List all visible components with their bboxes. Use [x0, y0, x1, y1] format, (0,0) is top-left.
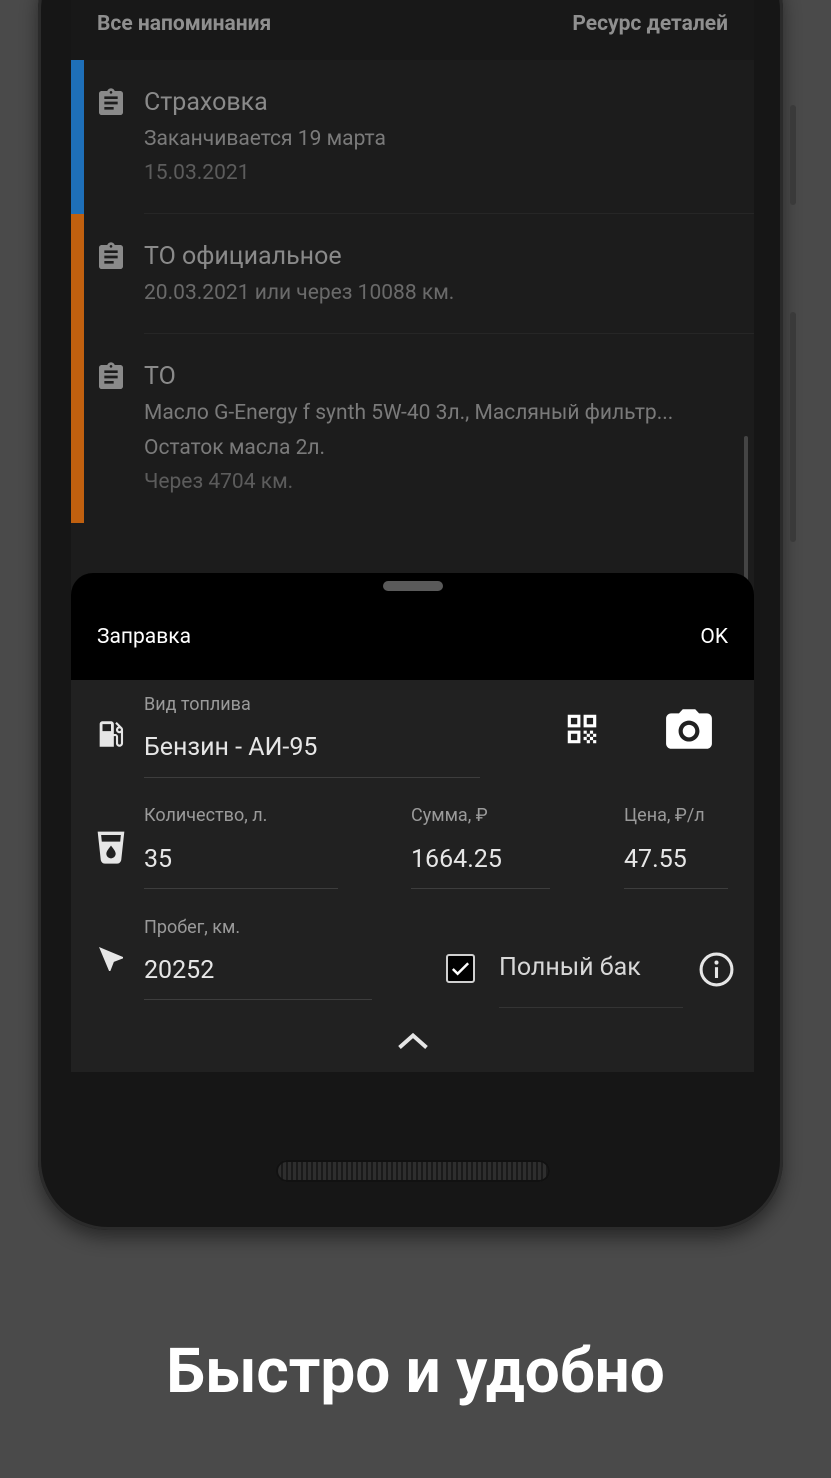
reminder-line: Масло G-Energy f synth 5W-40 3л., Маслян… [144, 401, 674, 425]
all-reminders-tab[interactable]: Все напоминания [97, 12, 271, 36]
fuel-cup-icon [97, 831, 125, 864]
fuel-pump-icon [99, 721, 124, 747]
field-underline [624, 888, 728, 889]
mileage-field[interactable]: 20252 [144, 956, 214, 985]
price-label: Цена, ₽/л [624, 805, 705, 826]
clipboard-icon [99, 242, 123, 269]
field-underline [144, 999, 372, 1000]
navigation-icon [99, 947, 123, 971]
field-underline [144, 888, 338, 889]
clipboard-icon [99, 88, 123, 115]
reminder-date: 15.03.2021 [144, 161, 250, 185]
parts-resource-tab[interactable]: Ресурс деталей [572, 12, 728, 36]
fuel-type-field[interactable]: Бензин - АИ-95 [144, 733, 317, 762]
reminder-title: ТО официальное [144, 242, 342, 271]
accent-bar [71, 334, 84, 523]
quantity-label: Количество, л. [144, 805, 268, 826]
info-icon[interactable] [698, 951, 735, 988]
reminder-item-official-service[interactable]: ТО официальное 20.03.2021 или через 1008… [71, 214, 754, 334]
sum-field[interactable]: 1664.25 [411, 845, 502, 874]
camera-icon[interactable] [664, 707, 714, 751]
phone-side-button [790, 312, 796, 542]
field-underline [411, 888, 550, 889]
full-tank-label: Полный бак [499, 953, 641, 982]
clipboard-icon [99, 362, 123, 389]
sum-label: Сумма, ₽ [411, 805, 488, 826]
quantity-field[interactable]: 35 [144, 845, 172, 874]
refuel-bottom-sheet: Заправка OK Вид топлива Бензин - АИ-95 К… [71, 573, 754, 1072]
accent-bar [71, 214, 84, 334]
reminder-line: Заканчивается 19 марта [144, 127, 386, 151]
mileage-label: Пробег, км. [144, 917, 241, 938]
reminders-header: Все напоминания Ресурс деталей [71, 0, 754, 61]
sheet-header: Заправка OK [71, 573, 754, 680]
qr-code-icon[interactable] [563, 710, 601, 748]
reminder-title: Страховка [144, 88, 268, 117]
sheet-title: Заправка [97, 625, 192, 649]
reminder-line: Через 4704 км. [144, 470, 294, 494]
checkmark-icon [451, 962, 470, 976]
reminder-title: ТО [144, 362, 176, 391]
reminder-item-service[interactable]: ТО Масло G-Energy f synth 5W-40 3л., Мас… [71, 334, 754, 523]
field-underline [144, 777, 480, 778]
full-tank-checkbox[interactable] [446, 954, 475, 983]
phone-side-button [790, 105, 796, 205]
phone-screen: Все напоминания Ресурс деталей Страховка… [71, 0, 754, 1072]
scrollbar[interactable] [744, 436, 748, 586]
accent-bar [71, 60, 84, 214]
chevron-up-icon[interactable] [395, 1028, 431, 1052]
reminder-line: 20.03.2021 или через 10088 км. [144, 281, 455, 305]
promo-caption: Быстро и удобно [166, 1335, 665, 1408]
reminder-line: Остаток масла 2л. [144, 436, 326, 460]
reminder-item-insurance[interactable]: Страховка Заканчивается 19 марта 15.03.2… [71, 60, 754, 214]
price-field[interactable]: 47.55 [624, 845, 687, 874]
ok-button[interactable]: OK [700, 625, 728, 649]
drag-handle[interactable] [383, 581, 443, 591]
phone-speaker [276, 1160, 550, 1182]
fuel-type-label: Вид топлива [144, 694, 251, 715]
field-underline [499, 1007, 683, 1008]
